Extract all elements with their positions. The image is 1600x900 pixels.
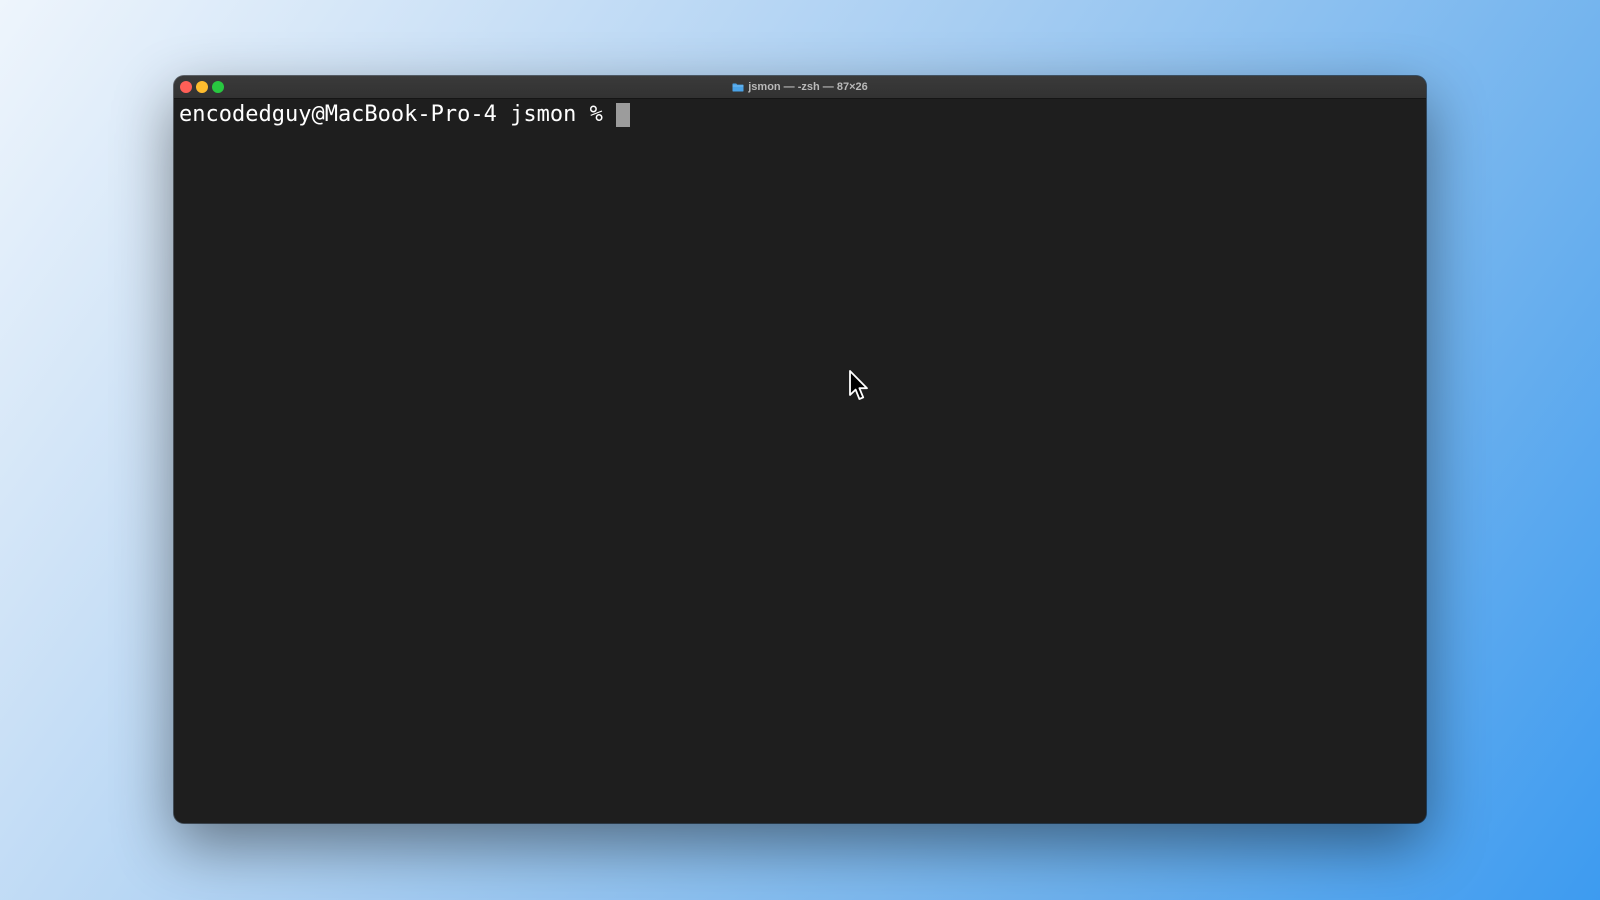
terminal-content[interactable]: encodedguy@MacBook-Pro-4 jsmon %	[174, 99, 1426, 823]
terminal-window[interactable]: jsmon — -zsh — 87×26 encodedguy@MacBook-…	[174, 76, 1426, 823]
shell-prompt: encodedguy@MacBook-Pro-4 jsmon %	[179, 102, 617, 127]
window-title-text: jsmon — -zsh — 87×26	[748, 81, 868, 93]
text-cursor	[616, 103, 631, 127]
window-titlebar[interactable]: jsmon — -zsh — 87×26	[174, 76, 1426, 99]
window-title: jsmon — -zsh — 87×26	[174, 76, 1426, 98]
desktop-background: jsmon — -zsh — 87×26 encodedguy@MacBook-…	[0, 0, 1600, 900]
folder-icon	[732, 83, 744, 92]
mouse-pointer-icon	[849, 370, 868, 400]
prompt-line: encodedguy@MacBook-Pro-4 jsmon %	[179, 101, 631, 129]
